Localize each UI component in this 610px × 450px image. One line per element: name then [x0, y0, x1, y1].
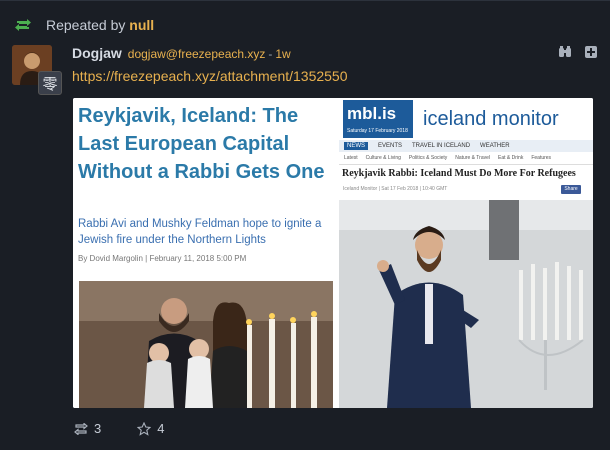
favorite-count: 4	[157, 421, 165, 436]
conversation-icon[interactable]	[558, 45, 572, 59]
notice-footer: 3 4	[74, 421, 200, 436]
add-icon[interactable]	[584, 45, 598, 59]
nav-travel: TRAVEL IN ICELAND	[412, 143, 471, 149]
star-icon	[137, 421, 152, 436]
right-meta: Iceland Monitor | Sat 17 Feb 2018 | 10:4…	[343, 186, 448, 192]
article-headline: Reykjavik, Iceland: The Last European Ca…	[78, 105, 325, 183]
repeat-icon	[15, 19, 31, 31]
author-separator: -	[268, 47, 273, 61]
site-title: iceland monitor	[423, 108, 559, 130]
site-nav: NEWS EVENTS TRAVEL IN ICELAND WEATHER	[339, 140, 593, 152]
repeat-count: 3	[94, 421, 102, 436]
notice-actions	[558, 45, 598, 59]
attachment-link[interactable]: https://freezepeach.xyz/attachment/13525…	[72, 68, 348, 84]
attachment-image[interactable]: Reykjavik, Iceland: The Last European Ca…	[73, 98, 593, 408]
nav-events: EVENTS	[378, 143, 403, 149]
article-byline: By Dovid Margolin | February 11, 2018 5:…	[78, 254, 247, 263]
avatar-badge: 零	[38, 71, 62, 95]
article-right: mbl.is Saturday 17 February 2018 iceland…	[339, 98, 593, 408]
right-headline: Reykjavik Rabbi: Iceland Must Do More Fo…	[342, 168, 576, 179]
favorite-action[interactable]: 4	[137, 421, 164, 436]
family-photo	[79, 281, 333, 408]
mbl-date: Saturday 17 February 2018	[347, 128, 408, 134]
mbl-logo: mbl.is Saturday 17 February 2018	[343, 100, 413, 138]
notice-card: Repeated by null 零 Dogjaw dogjaw@freezep…	[0, 0, 610, 450]
repeat-prefix: Repeated by	[46, 17, 126, 33]
nav-weather: WEATHER	[480, 143, 510, 149]
timestamp-link[interactable]: 1w	[275, 47, 290, 61]
author-handle[interactable]: dogjaw@freezepeach.xyz	[128, 47, 266, 61]
repeat-count-icon	[74, 422, 88, 435]
author-row: Dogjaw dogjaw@freezepeach.xyz - 1w	[72, 45, 291, 61]
site-subnav: Latest Culture & Living Politics & Socie…	[339, 152, 593, 165]
article-subheadline: Rabbi Avi and Mushky Feldman hope to ign…	[78, 218, 322, 246]
nav-news: NEWS	[344, 142, 368, 150]
repeat-action[interactable]: 3	[74, 421, 101, 436]
rabbi-photo	[339, 200, 593, 408]
repeat-info: Repeated by null	[14, 15, 154, 35]
author-name[interactable]: Dogjaw	[72, 45, 122, 61]
share-button: Share	[561, 185, 581, 194]
repeat-user-link[interactable]: null	[129, 17, 154, 33]
article-left: Reykjavik, Iceland: The Last European Ca…	[73, 98, 339, 408]
